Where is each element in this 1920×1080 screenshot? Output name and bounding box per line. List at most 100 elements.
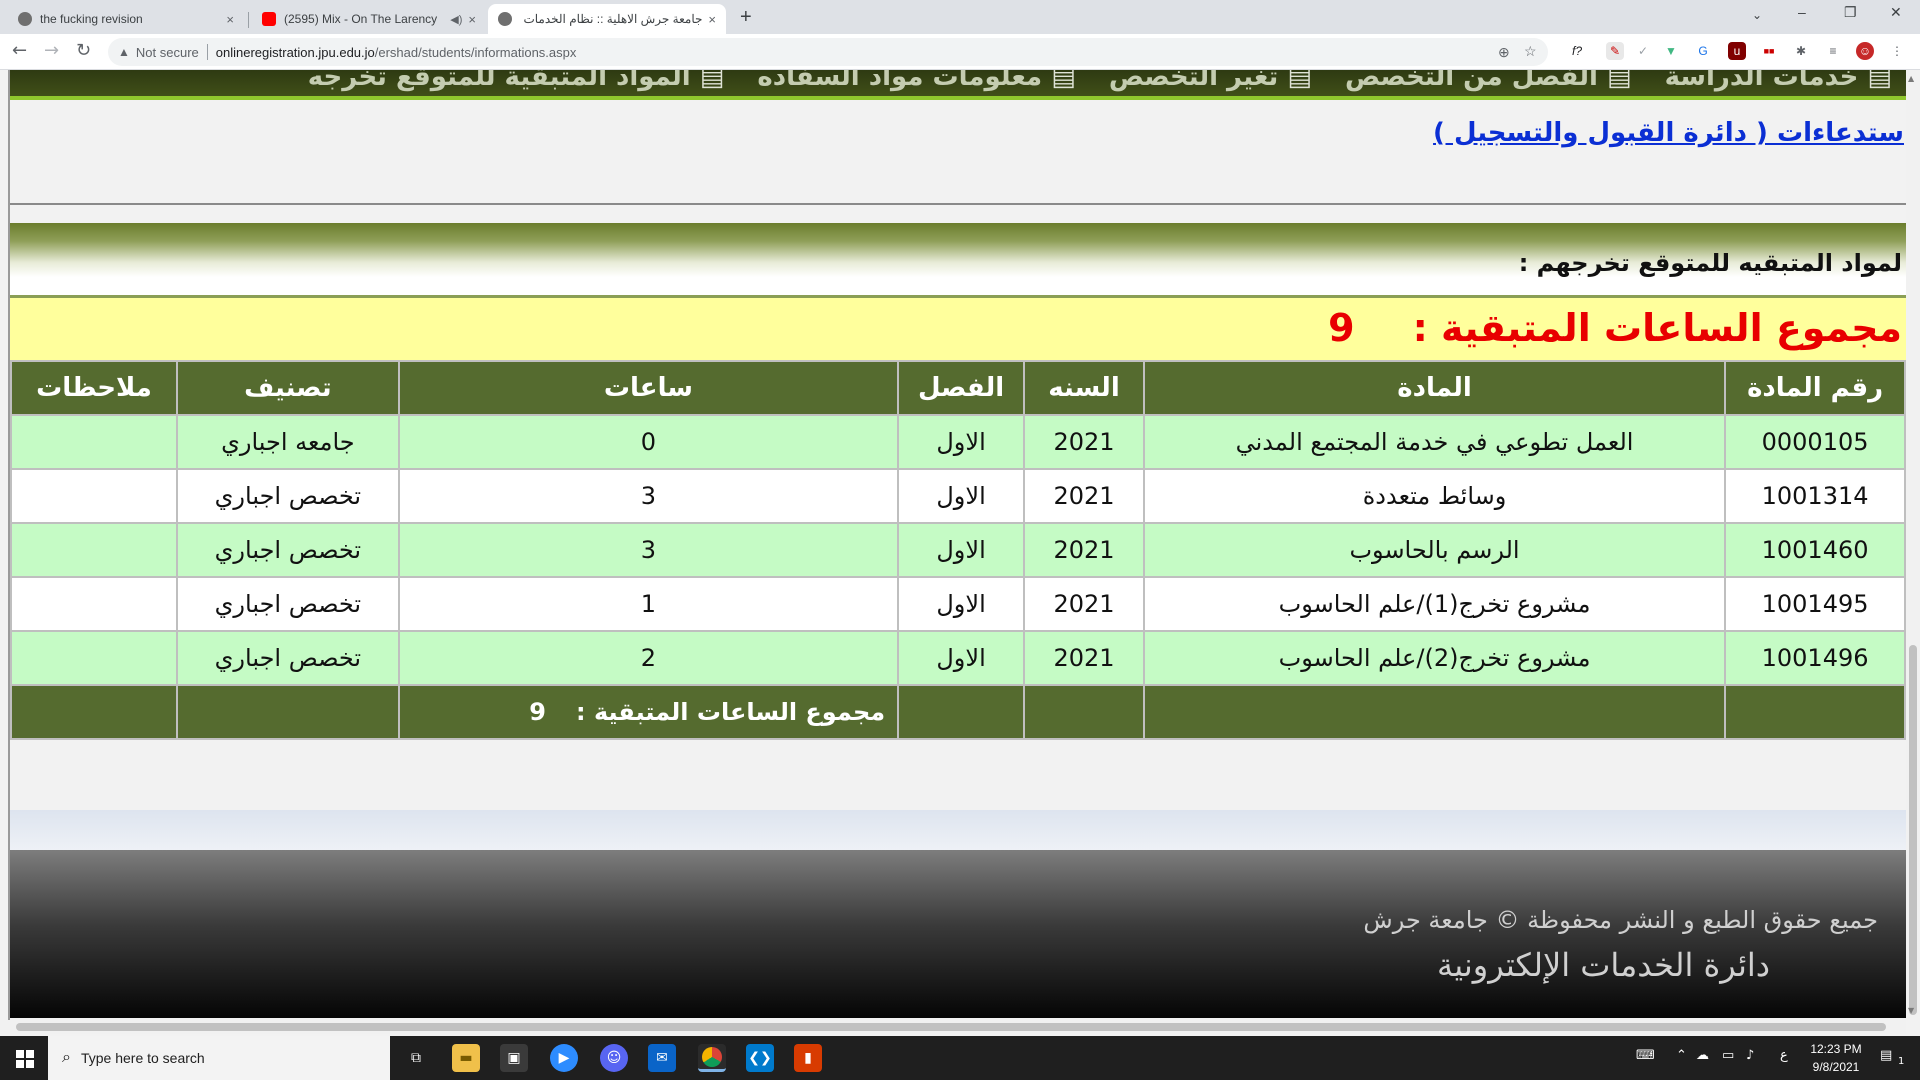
admissions-link[interactable]: ستدعاءات ( دائرة القبول والتسجيل ) (1433, 118, 1904, 148)
footer-cell (1142, 684, 1727, 740)
profile-avatar-icon[interactable]: ☺ (1856, 42, 1874, 60)
minimize-button[interactable]: – (1798, 4, 1806, 20)
scrollbar-thumb[interactable] (1909, 645, 1917, 1015)
course-name: الرسم بالحاسوب (1142, 522, 1727, 578)
horizontal-scrollbar[interactable] (0, 1020, 1906, 1034)
section-header-band: لمواد المتبقيه للمتوقع تخرجهم : (10, 223, 1906, 298)
close-tab-icon[interactable]: × (468, 12, 476, 27)
security-label[interactable]: Not secure (136, 45, 199, 60)
zoom-icon[interactable]: ⊕ (1498, 44, 1510, 61)
store-icon[interactable]: ▣ (500, 1044, 528, 1072)
notification-count: 1 (1898, 1056, 1905, 1067)
windows-logo-icon (26, 1060, 34, 1068)
notification-icon[interactable]: ▤ (1880, 1048, 1892, 1063)
eyedropper-icon[interactable]: ✎ (1606, 42, 1624, 60)
tab-revision[interactable]: the fucking revision × (8, 4, 244, 34)
scroll-up-icon[interactable]: ▲ (1908, 74, 1914, 83)
forward-button[interactable]: → (44, 40, 59, 61)
globe-icon (18, 12, 32, 26)
table-row: 1001496 مشروع تخرج(2)/علم الحاسوب 2021 ا… (10, 630, 1906, 686)
vertical-scrollbar[interactable]: ▲ ▼ (1906, 70, 1920, 1020)
url-path[interactable]: /ershad/students/informations.aspx (375, 45, 577, 60)
file-explorer-icon[interactable]: ▬ (452, 1044, 480, 1072)
tab-search-icon[interactable]: ⌄ (1752, 8, 1762, 22)
course-hours: 3 (397, 522, 900, 578)
onedrive-icon[interactable]: ☁ (1696, 1048, 1709, 1063)
footer-cell (10, 684, 178, 740)
new-tab-button[interactable]: + (740, 6, 752, 29)
menu-item[interactable]: الفصل من التخصص (1345, 70, 1632, 90)
vue-icon[interactable]: ▼ (1662, 42, 1680, 60)
reload-button[interactable]: ↻ (76, 40, 91, 61)
table-row: 1001314 وسائط متعددة 2021 الاول 3 تخصص ا… (10, 468, 1906, 524)
mail-icon[interactable]: ✉ (648, 1044, 676, 1072)
menu-item[interactable]: خدمات الدراسة (1665, 70, 1892, 90)
remaining-courses-table: رقم المادة المادة السنه الفصل ساعات تصني… (10, 360, 1906, 740)
course-name: العمل تطوعي في خدمة المجتمع المدني (1142, 414, 1727, 470)
course-notes (10, 576, 178, 632)
extension-icon[interactable]: ■■ (1760, 42, 1778, 60)
course-hours: 2 (397, 630, 900, 686)
keyboard-icon[interactable]: ⌨ (1636, 1048, 1655, 1063)
course-hours: 0 (397, 414, 900, 470)
course-semester: الاول (897, 630, 1026, 686)
scroll-down-icon[interactable]: ▼ (1908, 1006, 1914, 1015)
search-icon: ⌕ (62, 1049, 71, 1066)
tab-strip: the fucking revision × (2595) Mix - On T… (0, 0, 1920, 34)
warning-icon[interactable]: ▲ (118, 45, 130, 59)
footer-top-band (10, 810, 1906, 850)
address-bar[interactable]: ▲ Not secure onlineregistration.jpu.edu.… (108, 38, 1548, 66)
ublock-icon[interactable]: u (1728, 42, 1746, 60)
zoom-icon[interactable]: ▶ (550, 1044, 578, 1072)
tab-jpu-services[interactable]: جامعة جرش الاهلية :: نظام الخدمات × (488, 4, 726, 34)
discord-icon[interactable]: ☺ (600, 1044, 628, 1072)
table-row: 0000105 العمل تطوعي في خدمة المجتمع المد… (10, 414, 1906, 470)
start-button[interactable] (0, 1036, 48, 1080)
maximize-button[interactable]: ❐ (1844, 4, 1857, 21)
check-icon[interactable]: ✓ (1634, 42, 1652, 60)
tab-youtube[interactable]: (2595) Mix - On The Larency ◀) × (252, 4, 486, 34)
footer-total: مجموع الساعات المتبقية : 9 (397, 684, 900, 740)
page-footer: جميع حقوق الطبع و النشر محفوظة © جامعة ج… (10, 850, 1906, 1018)
course-code: 1001314 (1724, 468, 1906, 524)
vscode-icon[interactable]: ❮❯ (746, 1044, 774, 1072)
course-category: تخصص اجباري (175, 468, 400, 524)
table-row: 1001495 مشروع تخرج(1)/علم الحاسوب 2021 ا… (10, 576, 1906, 632)
volume-icon[interactable]: ♪ (1746, 1048, 1754, 1063)
menu-item[interactable]: تغير التخصص (1109, 70, 1312, 90)
puzzle-icon[interactable]: ✱ (1792, 42, 1810, 60)
tab-title: the fucking revision (40, 12, 143, 26)
youtube-icon (262, 12, 276, 26)
scrollbar-thumb[interactable] (16, 1023, 1886, 1031)
show-hidden-icons[interactable]: ⌃ (1676, 1048, 1687, 1063)
chrome-icon[interactable] (698, 1044, 726, 1072)
audio-playing-icon[interactable]: ◀) (450, 13, 462, 26)
footer-cell (897, 684, 1026, 740)
back-button[interactable]: ← (12, 40, 27, 61)
playlist-icon[interactable]: ≡ (1824, 42, 1842, 60)
course-year: 2021 (1023, 468, 1145, 524)
course-notes (10, 522, 178, 578)
close-window-button[interactable]: ✕ (1890, 4, 1902, 21)
taskbar-search[interactable]: ⌕ Type here to search (48, 1036, 390, 1080)
windows-logo-icon (16, 1060, 24, 1068)
bookmark-star-icon[interactable]: ☆ (1524, 43, 1537, 60)
menu-item[interactable]: معلومات مواد السفاده (757, 70, 1075, 90)
network-icon[interactable]: ▭ (1722, 1048, 1734, 1063)
table-row: 1001460 الرسم بالحاسوب 2021 الاول 3 تخصص… (10, 522, 1906, 578)
url-host[interactable]: onlineregistration.jpu.edu.jo (216, 45, 375, 60)
top-menu-strip: خدمات الدراسة الفصل من التخصص تغير التخص… (10, 70, 1906, 100)
system-clock[interactable]: 12:23 PM 9/8/2021 (1800, 1040, 1872, 1076)
language-indicator[interactable]: ع (1780, 1048, 1788, 1063)
footer-total-label: مجموع الساعات المتبقية : (576, 698, 886, 726)
office-icon[interactable]: ▮ (794, 1044, 822, 1072)
task-view-icon[interactable]: ⧉ (402, 1044, 430, 1072)
close-tab-icon[interactable]: × (226, 12, 234, 27)
fx-icon[interactable]: f? (1568, 42, 1586, 60)
close-tab-icon[interactable]: × (708, 12, 716, 27)
menu-item[interactable]: المواد المتبقية للمتوقع تخرجه (308, 70, 725, 90)
menu-icon[interactable]: ⋮ (1888, 42, 1906, 60)
table-header-row: رقم المادة المادة السنه الفصل ساعات تصني… (10, 360, 1906, 416)
course-category: تخصص اجباري (175, 522, 400, 578)
translate-icon[interactable]: G (1694, 42, 1712, 60)
